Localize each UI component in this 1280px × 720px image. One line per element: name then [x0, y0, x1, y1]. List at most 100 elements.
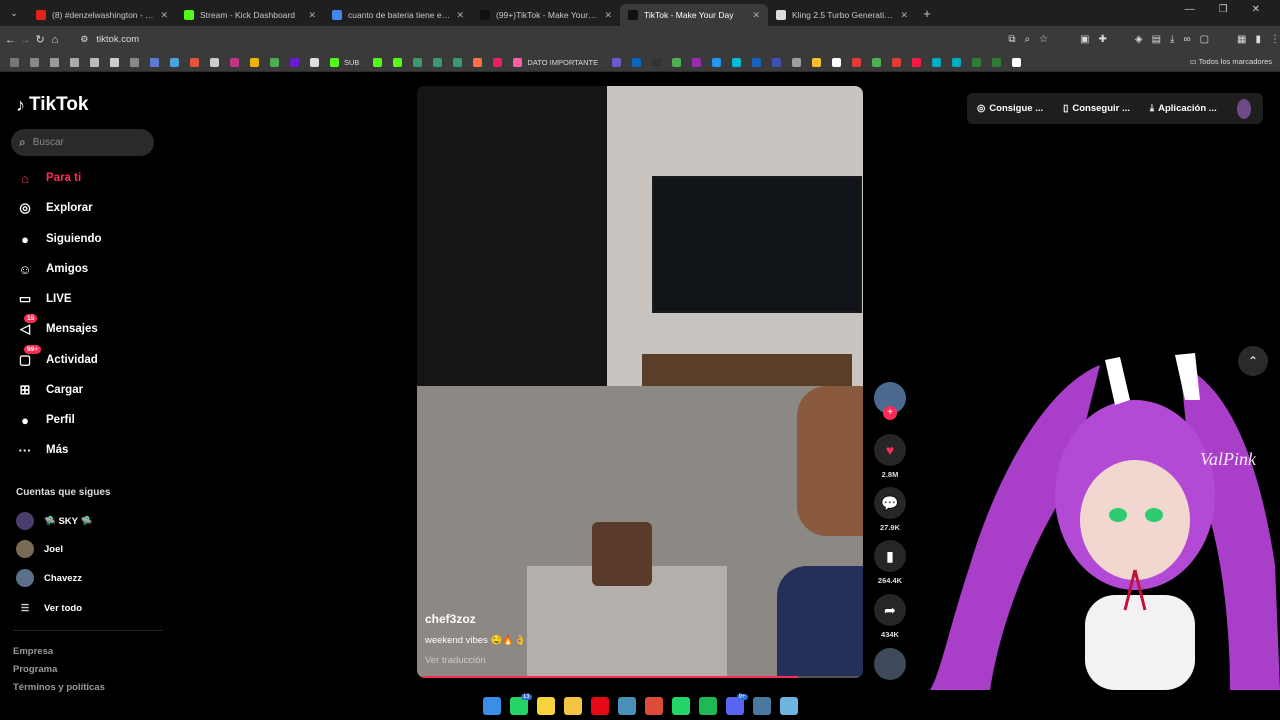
bookmark-icon[interactable]	[407, 57, 427, 68]
bookmark-icon[interactable]	[204, 57, 224, 68]
bookmark-icon[interactable]	[427, 57, 447, 68]
notepad-icon[interactable]	[779, 697, 798, 715]
bookmark-icon[interactable]	[447, 57, 467, 68]
share-icon[interactable]: ➦	[874, 594, 906, 626]
whatsapp-icon[interactable]: 13	[509, 694, 532, 715]
nav-item-siguiendo[interactable]: ● Siguiendo	[16, 228, 102, 250]
footer-link-program[interactable]: Programa	[13, 664, 57, 675]
file-explorer-icon[interactable]	[563, 697, 582, 715]
browser-tab[interactable]: Stream - Kick Dashboard ✕	[176, 4, 324, 26]
bookmark-folder-icon[interactable]	[144, 57, 164, 68]
bookmark-icon[interactable]	[666, 57, 686, 68]
bookmark-icon[interactable]	[184, 57, 204, 68]
bookmark-icon[interactable]	[966, 57, 986, 68]
bookmark-icon[interactable]	[164, 57, 184, 68]
new-tab-button[interactable]: +	[916, 6, 938, 21]
extension-icon[interactable]: ▤	[1152, 34, 1161, 45]
video-progress-bar[interactable]	[421, 676, 859, 678]
browser-tab[interactable]: Kling 2.5 Turbo Generative AI M ✕	[768, 4, 916, 26]
bookmark-icon[interactable]	[806, 57, 826, 68]
extension-icon[interactable]: ◈	[1135, 34, 1143, 45]
bookmark-icon[interactable]	[244, 57, 264, 68]
chrome-icon[interactable]	[644, 697, 663, 715]
all-bookmarks-button[interactable]: ▭ Todos los marcadores	[1190, 57, 1272, 66]
bookmark-icon[interactable]	[846, 57, 866, 68]
whatsapp-2-icon[interactable]	[671, 697, 690, 715]
vm-app-icon[interactable]	[617, 697, 636, 715]
download-icon[interactable]: ⤓	[1170, 34, 1174, 45]
bookmark-icon[interactable]	[467, 57, 487, 68]
sticky-notes-icon[interactable]	[536, 697, 555, 715]
see-all-link[interactable]: ☰ Ver todo	[16, 597, 82, 619]
url-field[interactable]: ⚙ tiktok.com	[72, 30, 972, 50]
minimize-icon[interactable]: —	[1185, 4, 1195, 15]
close-tab-icon[interactable]: ✕	[604, 10, 612, 21]
bookmark-icon[interactable]: ▮	[874, 540, 906, 572]
scroll-up-button[interactable]: ⌃	[1238, 346, 1268, 376]
bookmark-icon[interactable]	[866, 57, 886, 68]
back-icon[interactable]: ←	[3, 34, 18, 46]
browser-menu-icon[interactable]: ⋮	[1270, 34, 1280, 45]
nav-item-live[interactable]: ▭ LIVE	[16, 288, 72, 310]
bookmark-icon[interactable]	[507, 57, 527, 68]
bookmark-dato-label[interactable]: DATO IMPORTANTE	[527, 58, 598, 67]
comment-icon[interactable]: 💬	[874, 487, 906, 519]
link-icon[interactable]: ∞	[1183, 34, 1190, 45]
search-input[interactable]: ⌕ Buscar	[11, 129, 154, 156]
bookmark-icon[interactable]	[926, 57, 946, 68]
footer-link-terms[interactable]: Términos y políticas	[13, 682, 105, 692]
bookmark-folder-icon[interactable]	[4, 57, 24, 68]
following-account[interactable]: 🛸 SKY 🛸	[16, 510, 92, 532]
spotify-icon[interactable]	[698, 697, 717, 715]
browser-tab[interactable]: (8) #denzelwashington - YouTube ✕	[28, 4, 176, 26]
bookmark-icon[interactable]	[387, 57, 407, 68]
tiktok-logo[interactable]: ♪ TikTok	[16, 94, 88, 116]
profile-icon[interactable]: ▮	[1256, 34, 1262, 45]
windows-start-icon[interactable]	[482, 697, 501, 715]
nav-item-mensajes[interactable]: ◁ 15 Mensajes	[16, 314, 98, 340]
browser-tab[interactable]: cuanto de bateria tiene el samsung ✕	[324, 4, 472, 26]
following-account[interactable]: Chavezz	[16, 567, 82, 589]
extension-icon[interactable]: ▢	[1200, 34, 1209, 45]
bookmark-icon[interactable]	[686, 57, 706, 68]
get-app-button[interactable]: ▯ Conseguir ...	[1063, 103, 1130, 114]
comment-action[interactable]: 💬 27.9K	[873, 487, 907, 532]
nav-item-perfil[interactable]: ● Perfil	[16, 409, 75, 431]
desktop-app-button[interactable]: ⤓ Aplicación ...	[1150, 103, 1217, 114]
tab-search-icon[interactable]: ⌄	[0, 8, 28, 19]
netflix-icon[interactable]	[590, 697, 609, 715]
bookmark-icon[interactable]	[646, 57, 666, 68]
bookmark-icon[interactable]	[264, 57, 284, 68]
bookmark-icon[interactable]	[746, 57, 766, 68]
follow-plus-icon[interactable]: +	[883, 406, 897, 420]
bookmark-icon[interactable]	[946, 57, 966, 68]
close-tab-icon[interactable]: ✕	[752, 10, 760, 21]
bookmark-icon[interactable]	[304, 57, 324, 68]
share-action[interactable]: ➦ 434K	[873, 594, 907, 639]
bookmark-folder-icon[interactable]	[64, 57, 84, 68]
zoom-icon[interactable]: ⌕	[1024, 34, 1030, 45]
bookmark-icon[interactable]	[766, 57, 786, 68]
close-tab-icon[interactable]: ✕	[308, 10, 316, 21]
bookmark-icon[interactable]	[706, 57, 726, 68]
heart-icon[interactable]: ♥	[874, 434, 906, 466]
bookmark-icon[interactable]	[606, 57, 626, 68]
bookmark-icon[interactable]	[986, 57, 1006, 68]
close-tab-icon[interactable]: ✕	[900, 10, 908, 21]
user-avatar[interactable]	[1236, 98, 1251, 119]
nav-item-amigos[interactable]: ☺ Amigos	[16, 258, 88, 280]
bookmark-sub-label[interactable]: SUB	[344, 58, 359, 67]
bookmark-icon[interactable]	[224, 57, 244, 68]
discord-icon[interactable]: 9+	[725, 694, 748, 715]
bookmark-icon[interactable]	[487, 57, 507, 68]
site-info-icon[interactable]: ⚙	[80, 34, 88, 45]
video-player[interactable]: chef3zoz weekend vibes 🤤🔥👌 Ver traducció…	[417, 86, 863, 678]
save-action[interactable]: ▮ 264.4K	[873, 540, 907, 585]
get-coins-button[interactable]: ◎ Consigue ...	[977, 103, 1043, 114]
bookmark-icon[interactable]	[886, 57, 906, 68]
nav-item-para-ti[interactable]: ⌂ Para ti	[16, 167, 81, 189]
like-action[interactable]: ♥ 2.8M	[873, 434, 907, 479]
footer-link-company[interactable]: Empresa	[13, 646, 53, 657]
translate-link[interactable]: Ver traducción	[425, 655, 486, 666]
home-button-icon[interactable]: ⌂	[47, 34, 62, 46]
